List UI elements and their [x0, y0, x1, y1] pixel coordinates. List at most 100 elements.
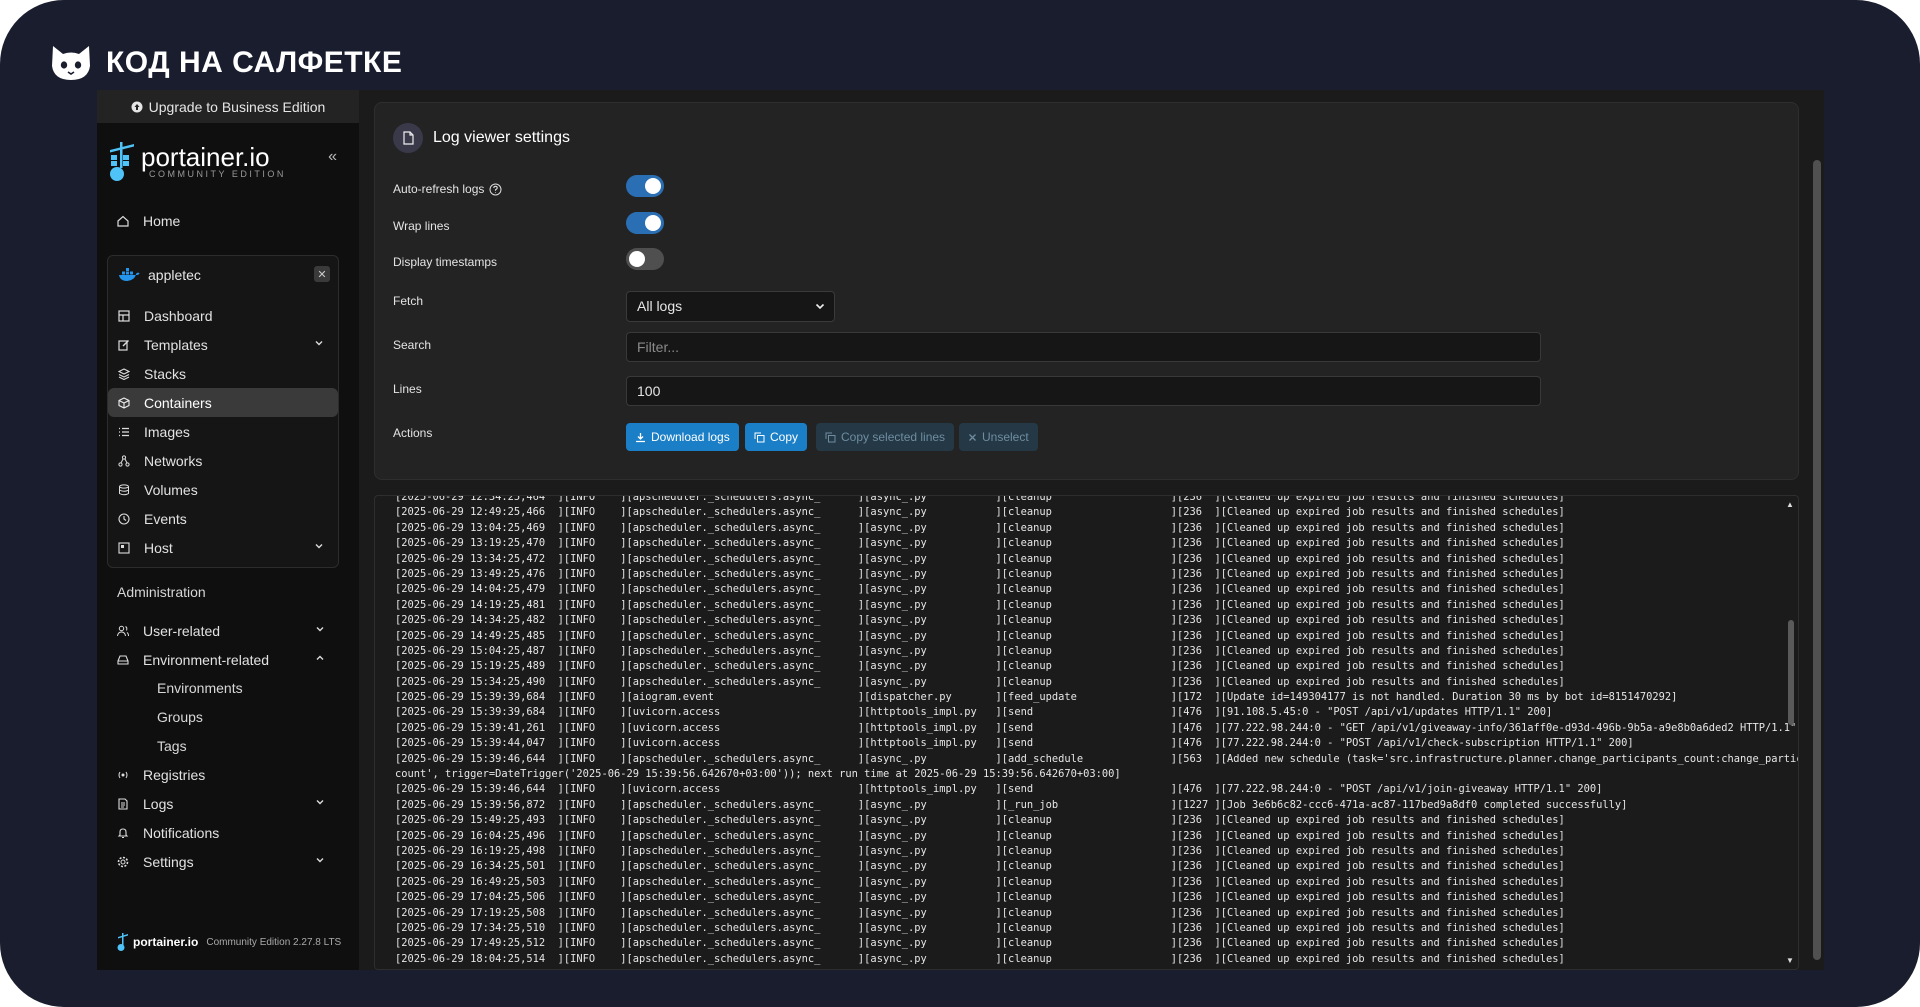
gear-icon	[117, 856, 129, 867]
sidebar-item-label: Images	[144, 423, 190, 440]
log-line[interactable]: [2025-06-29 15:49:25,493 ][INFO ][apsche…	[395, 813, 1776, 828]
log-line[interactable]: [2025-06-29 12:49:25,466 ][INFO ][apsche…	[395, 505, 1776, 520]
log-line[interactable]: [2025-06-29 13:49:25,476 ][INFO ][apsche…	[395, 567, 1776, 582]
log-line[interactable]: [2025-06-29 17:19:25,508 ][INFO ][apsche…	[395, 906, 1776, 921]
search-input[interactable]	[626, 332, 1541, 362]
sidebar-item-logs[interactable]: Logs	[107, 789, 339, 818]
sidebar-item-images[interactable]: Images	[108, 417, 338, 446]
log-line[interactable]: [2025-06-29 15:19:25,489 ][INFO ][apsche…	[395, 659, 1776, 674]
upgrade-label: Upgrade to Business Edition	[148, 98, 326, 115]
sidebar-item-user-related[interactable]: User-related	[107, 616, 339, 645]
log-line[interactable]: [2025-06-29 14:49:25,485 ][INFO ][apsche…	[395, 629, 1776, 644]
unselect-button[interactable]: Unselect	[959, 423, 1038, 451]
portainer-logo[interactable]: portainer.io COMMUNITY EDITION «	[107, 140, 347, 184]
auto-refresh-label: Auto-refresh logs	[393, 182, 502, 196]
log-line[interactable]: [2025-06-29 18:04:25,514 ][INFO ][apsche…	[395, 952, 1776, 967]
close-environment-icon[interactable]: ✕	[314, 266, 330, 282]
panel-header: Log viewer settings	[393, 123, 570, 153]
sidebar-item-networks[interactable]: Networks	[108, 446, 338, 475]
log-line[interactable]: [2025-06-29 14:34:25,482 ][INFO ][apsche…	[395, 613, 1776, 628]
sidebar-item-registries[interactable]: Registries	[107, 760, 339, 789]
lines-input[interactable]	[626, 376, 1541, 406]
sidebar-item-notifications[interactable]: Notifications	[107, 818, 339, 847]
log-line[interactable]: [2025-06-29 16:19:25,498 ][INFO ][apsche…	[395, 844, 1776, 859]
log-line[interactable]: [2025-06-29 15:39:39,684 ][INFO ][aiogra…	[395, 690, 1776, 705]
log-line[interactable]: [2025-06-29 13:04:25,469 ][INFO ][apsche…	[395, 521, 1776, 536]
log-line[interactable]: [2025-06-29 15:39:44,047 ][INFO ][uvicor…	[395, 736, 1776, 751]
copy-selected-lines-button[interactable]: Copy selected lines	[816, 423, 955, 451]
fetch-label: Fetch	[393, 294, 424, 308]
arrow-up-circle-icon	[131, 101, 143, 112]
log-line[interactable]: [2025-06-29 15:39:39,684 ][INFO ][uvicor…	[395, 705, 1776, 720]
log-line[interactable]: [2025-06-29 15:39:41,261 ][INFO ][uvicor…	[395, 721, 1796, 736]
sidebar-item-environments[interactable]: Environments	[157, 680, 243, 696]
fetch-select[interactable]: All logs	[626, 291, 835, 322]
sidebar-item-volumes[interactable]: Volumes	[108, 475, 338, 504]
log-line[interactable]: [2025-06-29 15:39:46,644 ][INFO ][apsche…	[395, 752, 1798, 767]
log-line[interactable]: [2025-06-29 16:04:25,496 ][INFO ][apsche…	[395, 829, 1776, 844]
download-logs-button[interactable]: Download logs	[626, 423, 739, 451]
sidebar-item-label: Home	[143, 212, 181, 229]
log-line[interactable]: [2025-06-29 15:39:56,872 ][INFO ][apsche…	[395, 798, 1776, 813]
sidebar-item-tags[interactable]: Tags	[157, 738, 187, 754]
log-line[interactable]: [2025-06-29 14:19:25,481 ][INFO ][apsche…	[395, 598, 1776, 613]
copy-button[interactable]: Copy	[745, 423, 808, 451]
sidebar-item-label: Settings	[143, 853, 194, 870]
collapse-sidebar-icon[interactable]: «	[328, 148, 337, 166]
scroll-up-icon[interactable]: ▲	[1786, 500, 1794, 509]
box-icon	[118, 396, 130, 409]
sidebar-item-home[interactable]: Home	[107, 206, 339, 235]
display-timestamps-toggle[interactable]	[626, 248, 664, 270]
sidebar-item-templates[interactable]: Templates	[108, 330, 338, 359]
sidebar-item-environment-related[interactable]: Environment-related	[107, 645, 339, 674]
chevron-down-icon	[316, 858, 324, 863]
log-line[interactable]: [2025-06-29 17:04:25,506 ][INFO ][apsche…	[395, 890, 1776, 905]
portainer-logo-small-icon	[117, 933, 128, 951]
log-line[interactable]: [2025-06-29 16:34:25,501 ][INFO ][apsche…	[395, 859, 1776, 874]
close-icon	[969, 433, 976, 441]
sidebar-item-label: Events	[144, 510, 187, 527]
log-line[interactable]: [2025-06-29 15:39:46,644 ][INFO ][uvicor…	[395, 782, 1776, 797]
copy-icon	[754, 432, 765, 442]
log-line[interactable]: count', trigger=DateTrigger('2025-06-29 …	[395, 767, 1776, 782]
sidebar: Upgrade to Business Edition portainer.io…	[97, 90, 359, 970]
environment-section: appletec ✕ Dashboard Templates Stacks Co…	[107, 255, 339, 568]
clock-icon	[118, 512, 130, 525]
sidebar-item-events[interactable]: Events	[108, 504, 338, 533]
log-line[interactable]: [2025-06-29 17:49:25,512 ][INFO ][apsche…	[395, 936, 1776, 951]
log-line[interactable]: [2025-06-29 14:04:25,479 ][INFO ][apsche…	[395, 582, 1776, 597]
sidebar-item-host[interactable]: Host	[108, 533, 338, 562]
page-scrollbar-thumb[interactable]	[1813, 160, 1821, 960]
screenshot-frame: КОД НА САЛФЕТКЕ Upgrade to Business Edit…	[0, 0, 1920, 1007]
file-text-icon	[118, 797, 128, 810]
footer-brand: portainer.io	[133, 935, 199, 949]
log-line[interactable]: [2025-06-29 15:34:25,490 ][INFO ][apsche…	[395, 675, 1776, 690]
sidebar-item-label: Dashboard	[144, 307, 213, 324]
sidebar-item-settings[interactable]: Settings	[107, 847, 339, 876]
log-line[interactable]: [2025-06-29 17:34:25,510 ][INFO ][apsche…	[395, 921, 1776, 936]
log-scrollbar[interactable]: ▲ ▼	[1786, 500, 1794, 965]
download-icon	[636, 432, 645, 442]
log-line[interactable]: [2025-06-29 15:04:25,487 ][INFO ][apsche…	[395, 644, 1776, 659]
help-icon[interactable]	[489, 183, 502, 196]
sidebar-item-dashboard[interactable]: Dashboard	[108, 301, 338, 330]
wrap-lines-toggle[interactable]	[626, 212, 664, 234]
sidebar-item-label: Registries	[143, 766, 206, 783]
upgrade-banner[interactable]: Upgrade to Business Edition	[97, 90, 359, 123]
network-icon	[118, 454, 130, 467]
log-line[interactable]: [2025-06-29 16:49:25,503 ][INFO ][apsche…	[395, 875, 1776, 890]
log-line[interactable]: [2025-06-29 13:19:25,470 ][INFO ][apsche…	[395, 536, 1776, 551]
log-line[interactable]: [2025-06-29 12:34:25,464 ][INFO ][apsche…	[395, 496, 1776, 505]
sidebar-item-containers[interactable]: Containers	[108, 388, 338, 417]
page-scrollbar[interactable]	[1810, 90, 1824, 970]
sidebar-item-stacks[interactable]: Stacks	[108, 359, 338, 388]
auto-refresh-toggle[interactable]	[626, 175, 664, 197]
log-output[interactable]: [2025-06-29 12:34:25,464 ][INFO ][apsche…	[374, 495, 1799, 970]
logo-subtitle: COMMUNITY EDITION	[149, 169, 286, 179]
environment-header[interactable]: appletec ✕	[108, 256, 338, 294]
sidebar-item-groups[interactable]: Groups	[157, 709, 203, 725]
log-scrollbar-thumb[interactable]	[1788, 620, 1794, 725]
log-line[interactable]: [2025-06-29 13:34:25,472 ][INFO ][apsche…	[395, 552, 1776, 567]
scroll-down-icon[interactable]: ▼	[1786, 956, 1794, 965]
copy-icon	[825, 432, 836, 442]
